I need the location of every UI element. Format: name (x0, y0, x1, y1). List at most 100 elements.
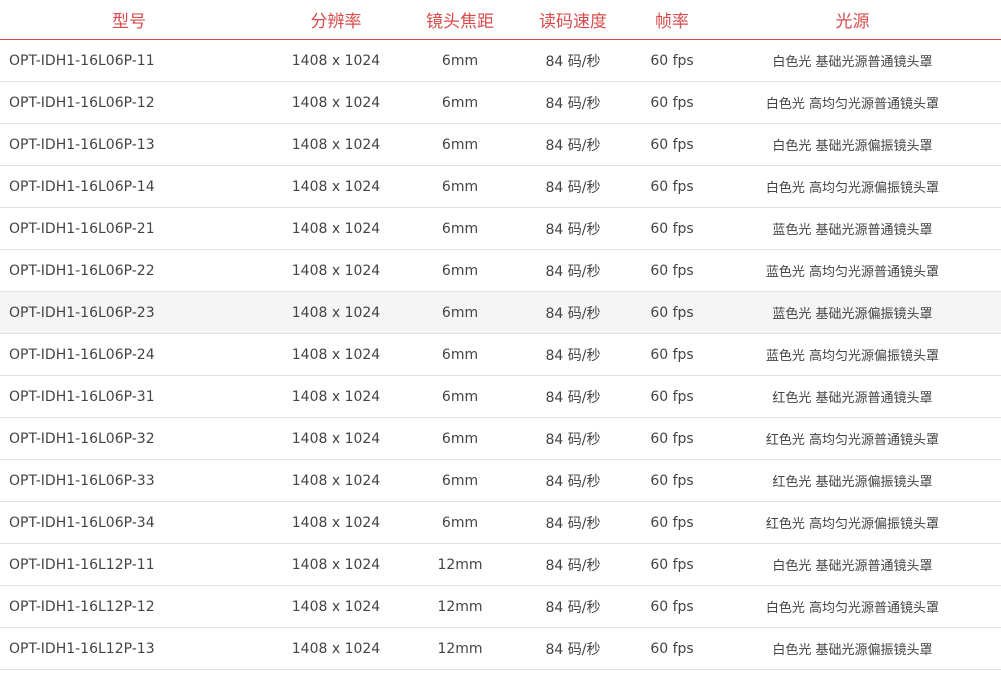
cell-frame-rate: 60 fps (640, 291, 704, 334)
table-row: OPT-IDH1-16L06P-24 1408 x 1024 6mm 84 码/秒 60… (0, 333, 1001, 376)
cell-model: OPT-IDH1-16L06P-31 (0, 375, 258, 418)
cell-light-source: 白色光 高均匀光源普通镜头罩 (704, 81, 1001, 124)
cell-model: OPT-IDH1-16L06P-33 (0, 459, 258, 502)
cell-focal-length: 6mm (414, 291, 506, 334)
cell-read-speed: 84 码/秒 (506, 459, 640, 502)
cell-light-source: 白色光 基础光源偏振镜头罩 (704, 627, 1001, 670)
cell-resolution: 1408 x 1024 (258, 543, 414, 586)
table-row: OPT-IDH1-16L06P-33 1408 x 1024 6mm 84 码/秒 60… (0, 459, 1001, 502)
cell-light-source: 红色光 基础光源普通镜头罩 (704, 375, 1001, 418)
cell-resolution: 1408 x 1024 (258, 333, 414, 376)
header-frame-rate: 帧率 (640, 0, 704, 40)
cell-light-source: 红色光 基础光源偏振镜头罩 (704, 459, 1001, 502)
cell-light-source: 白色光 高均匀光源偏振镜头罩 (704, 165, 1001, 208)
cell-focal-length: 12mm (414, 585, 506, 628)
cell-model: OPT-IDH1-16L06P-11 (0, 39, 258, 82)
cell-frame-rate: 60 fps (640, 375, 704, 418)
cell-read-speed: 84 码/秒 (506, 501, 640, 544)
header-model: 型号 (0, 0, 258, 40)
cell-light-source: 白色光 基础光源偏振镜头罩 (704, 123, 1001, 166)
table-row: OPT-IDH1-16L12P-13 1408 x 1024 12mm 84 码/秒 6… (0, 627, 1001, 670)
header-read-speed: 读码速度 (506, 0, 640, 40)
table-row: OPT-IDH1-16L06P-14 1408 x 1024 6mm 84 码/秒 60… (0, 165, 1001, 208)
header-row: 型号 分辨率 镜头焦距 读码速度 帧率 光源 (0, 0, 1001, 40)
product-spec-table: 型号 分辨率 镜头焦距 读码速度 帧率 光源 OPT-IDH1-16L06P-1… (0, 0, 1001, 670)
table-row: OPT-IDH1-16L06P-13 1408 x 1024 6mm 84 码/秒 60… (0, 123, 1001, 166)
cell-read-speed: 84 码/秒 (506, 249, 640, 292)
cell-light-source: 白色光 基础光源普通镜头罩 (704, 39, 1001, 82)
cell-model: OPT-IDH1-16L06P-13 (0, 123, 258, 166)
cell-read-speed: 84 码/秒 (506, 417, 640, 460)
cell-read-speed: 84 码/秒 (506, 585, 640, 628)
cell-focal-length: 12mm (414, 543, 506, 586)
cell-light-source: 白色光 基础光源普通镜头罩 (704, 543, 1001, 586)
cell-resolution: 1408 x 1024 (258, 585, 414, 628)
cell-focal-length: 6mm (414, 249, 506, 292)
cell-model: OPT-IDH1-16L06P-34 (0, 501, 258, 544)
cell-light-source: 红色光 高均匀光源普通镜头罩 (704, 417, 1001, 460)
cell-resolution: 1408 x 1024 (258, 249, 414, 292)
cell-model: OPT-IDH1-16L12P-13 (0, 627, 258, 670)
header-light-source: 光源 (704, 0, 1001, 40)
cell-model: OPT-IDH1-16L06P-22 (0, 249, 258, 292)
cell-focal-length: 6mm (414, 165, 506, 208)
cell-resolution: 1408 x 1024 (258, 417, 414, 460)
cell-focal-length: 6mm (414, 333, 506, 376)
cell-frame-rate: 60 fps (640, 249, 704, 292)
table-body: OPT-IDH1-16L06P-11 1408 x 1024 6mm 84 码/秒 60… (0, 39, 1001, 670)
cell-frame-rate: 60 fps (640, 39, 704, 82)
cell-resolution: 1408 x 1024 (258, 459, 414, 502)
cell-frame-rate: 60 fps (640, 165, 704, 208)
cell-read-speed: 84 码/秒 (506, 333, 640, 376)
cell-frame-rate: 60 fps (640, 585, 704, 628)
cell-resolution: 1408 x 1024 (258, 207, 414, 250)
cell-light-source: 蓝色光 高均匀光源普通镜头罩 (704, 249, 1001, 292)
cell-resolution: 1408 x 1024 (258, 165, 414, 208)
cell-model: OPT-IDH1-16L12P-11 (0, 543, 258, 586)
cell-read-speed: 84 码/秒 (506, 291, 640, 334)
cell-focal-length: 6mm (414, 81, 506, 124)
cell-focal-length: 6mm (414, 501, 506, 544)
cell-read-speed: 84 码/秒 (506, 81, 640, 124)
cell-frame-rate: 60 fps (640, 627, 704, 670)
cell-resolution: 1408 x 1024 (258, 627, 414, 670)
header-focal-length: 镜头焦距 (414, 0, 506, 40)
table-header: 型号 分辨率 镜头焦距 读码速度 帧率 光源 (0, 0, 1001, 40)
table-row: OPT-IDH1-16L06P-31 1408 x 1024 6mm 84 码/秒 60… (0, 375, 1001, 418)
cell-focal-length: 6mm (414, 459, 506, 502)
cell-resolution: 1408 x 1024 (258, 501, 414, 544)
cell-resolution: 1408 x 1024 (258, 375, 414, 418)
cell-frame-rate: 60 fps (640, 417, 704, 460)
cell-light-source: 蓝色光 基础光源偏振镜头罩 (704, 291, 1001, 334)
cell-read-speed: 84 码/秒 (506, 207, 640, 250)
cell-frame-rate: 60 fps (640, 459, 704, 502)
cell-resolution: 1408 x 1024 (258, 291, 414, 334)
cell-model: OPT-IDH1-16L06P-24 (0, 333, 258, 376)
cell-focal-length: 6mm (414, 39, 506, 82)
table-row: OPT-IDH1-16L06P-32 1408 x 1024 6mm 84 码/秒 60… (0, 417, 1001, 460)
table-row: OPT-IDH1-16L06P-21 1408 x 1024 6mm 84 码/秒 60… (0, 207, 1001, 250)
cell-model: OPT-IDH1-16L12P-12 (0, 585, 258, 628)
cell-resolution: 1408 x 1024 (258, 81, 414, 124)
cell-frame-rate: 60 fps (640, 333, 704, 376)
cell-model: OPT-IDH1-16L06P-12 (0, 81, 258, 124)
cell-resolution: 1408 x 1024 (258, 123, 414, 166)
table-row: OPT-IDH1-16L06P-22 1408 x 1024 6mm 84 码/秒 60… (0, 249, 1001, 292)
cell-focal-length: 6mm (414, 207, 506, 250)
table-row: OPT-IDH1-16L06P-23 1408 x 1024 6mm 84 码/秒 60… (0, 291, 1001, 334)
cell-focal-length: 12mm (414, 627, 506, 670)
table-row: OPT-IDH1-16L12P-11 1408 x 1024 12mm 84 码/秒 6… (0, 543, 1001, 586)
cell-model: OPT-IDH1-16L06P-32 (0, 417, 258, 460)
cell-frame-rate: 60 fps (640, 543, 704, 586)
cell-model: OPT-IDH1-16L06P-21 (0, 207, 258, 250)
cell-focal-length: 6mm (414, 123, 506, 166)
table-row: OPT-IDH1-16L06P-34 1408 x 1024 6mm 84 码/秒 60… (0, 501, 1001, 544)
cell-read-speed: 84 码/秒 (506, 39, 640, 82)
cell-read-speed: 84 码/秒 (506, 375, 640, 418)
cell-resolution: 1408 x 1024 (258, 39, 414, 82)
cell-read-speed: 84 码/秒 (506, 165, 640, 208)
cell-frame-rate: 60 fps (640, 81, 704, 124)
cell-read-speed: 84 码/秒 (506, 627, 640, 670)
cell-light-source: 红色光 高均匀光源偏振镜头罩 (704, 501, 1001, 544)
header-resolution: 分辨率 (258, 0, 414, 40)
